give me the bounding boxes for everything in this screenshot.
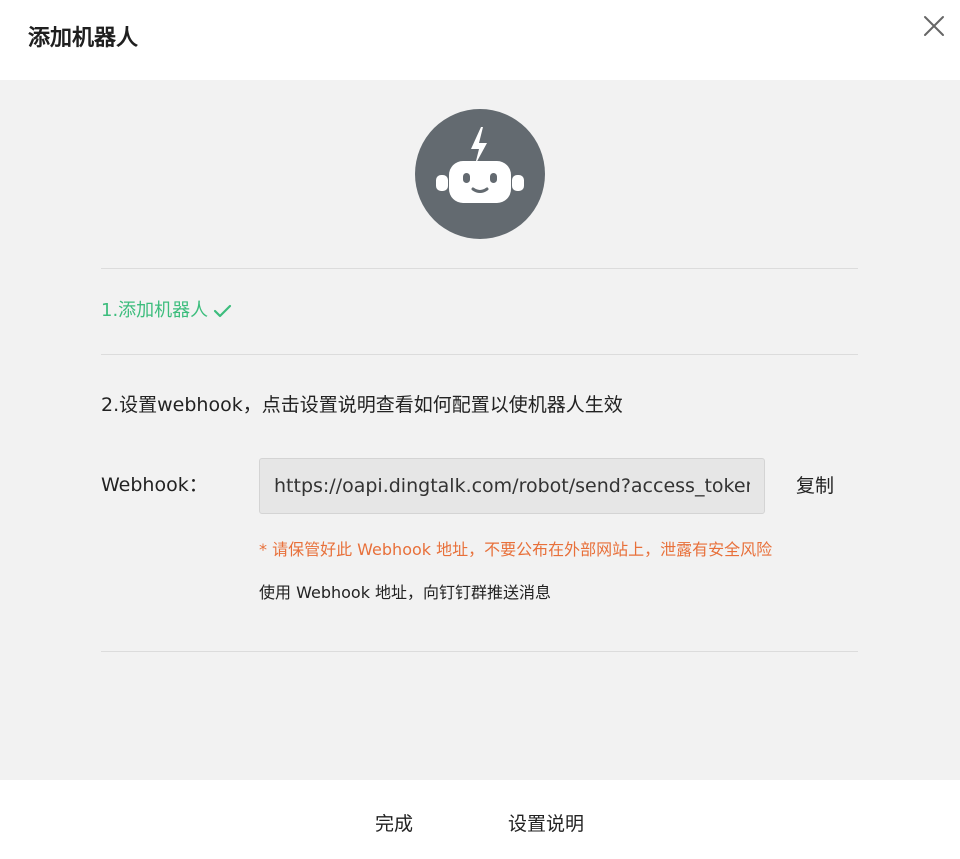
dialog-title: 添加机器人	[28, 26, 139, 51]
copy-button[interactable]: 复制	[796, 472, 834, 500]
dialog-footer: 完成 设置说明	[0, 780, 960, 859]
robot-icon	[415, 109, 545, 239]
dialog-header: 添加机器人	[0, 0, 960, 80]
robot-avatar	[415, 109, 545, 239]
webhook-warning: * 请保管好此 Webhook 地址，不要公布在外部网站上，泄露有安全风险	[259, 540, 773, 559]
webhook-label: Webhook：	[101, 474, 208, 496]
close-button[interactable]	[922, 14, 946, 38]
add-robot-dialog: 添加机器人 1.添加机器人 2.设置webhook，点击设置说明查看如何配置以使…	[0, 0, 960, 859]
webhook-hint: 使用 Webhook 地址，向钉钉群推送消息	[259, 583, 552, 602]
divider-top	[101, 268, 858, 269]
divider-bottom	[101, 651, 858, 652]
webhook-url-input[interactable]	[259, 458, 765, 514]
step-1-label: 1.添加机器人	[101, 300, 209, 321]
divider-middle	[101, 354, 858, 355]
check-icon	[214, 304, 232, 318]
dialog-body: 1.添加机器人 2.设置webhook，点击设置说明查看如何配置以使机器人生效 …	[0, 80, 960, 780]
step-1: 1.添加机器人	[101, 298, 232, 324]
close-icon	[924, 16, 944, 36]
setup-instructions-button[interactable]: 设置说明	[508, 810, 584, 838]
step-2-label: 2.设置webhook，点击设置说明查看如何配置以使机器人生效	[101, 394, 623, 416]
done-button[interactable]: 完成	[375, 810, 413, 838]
